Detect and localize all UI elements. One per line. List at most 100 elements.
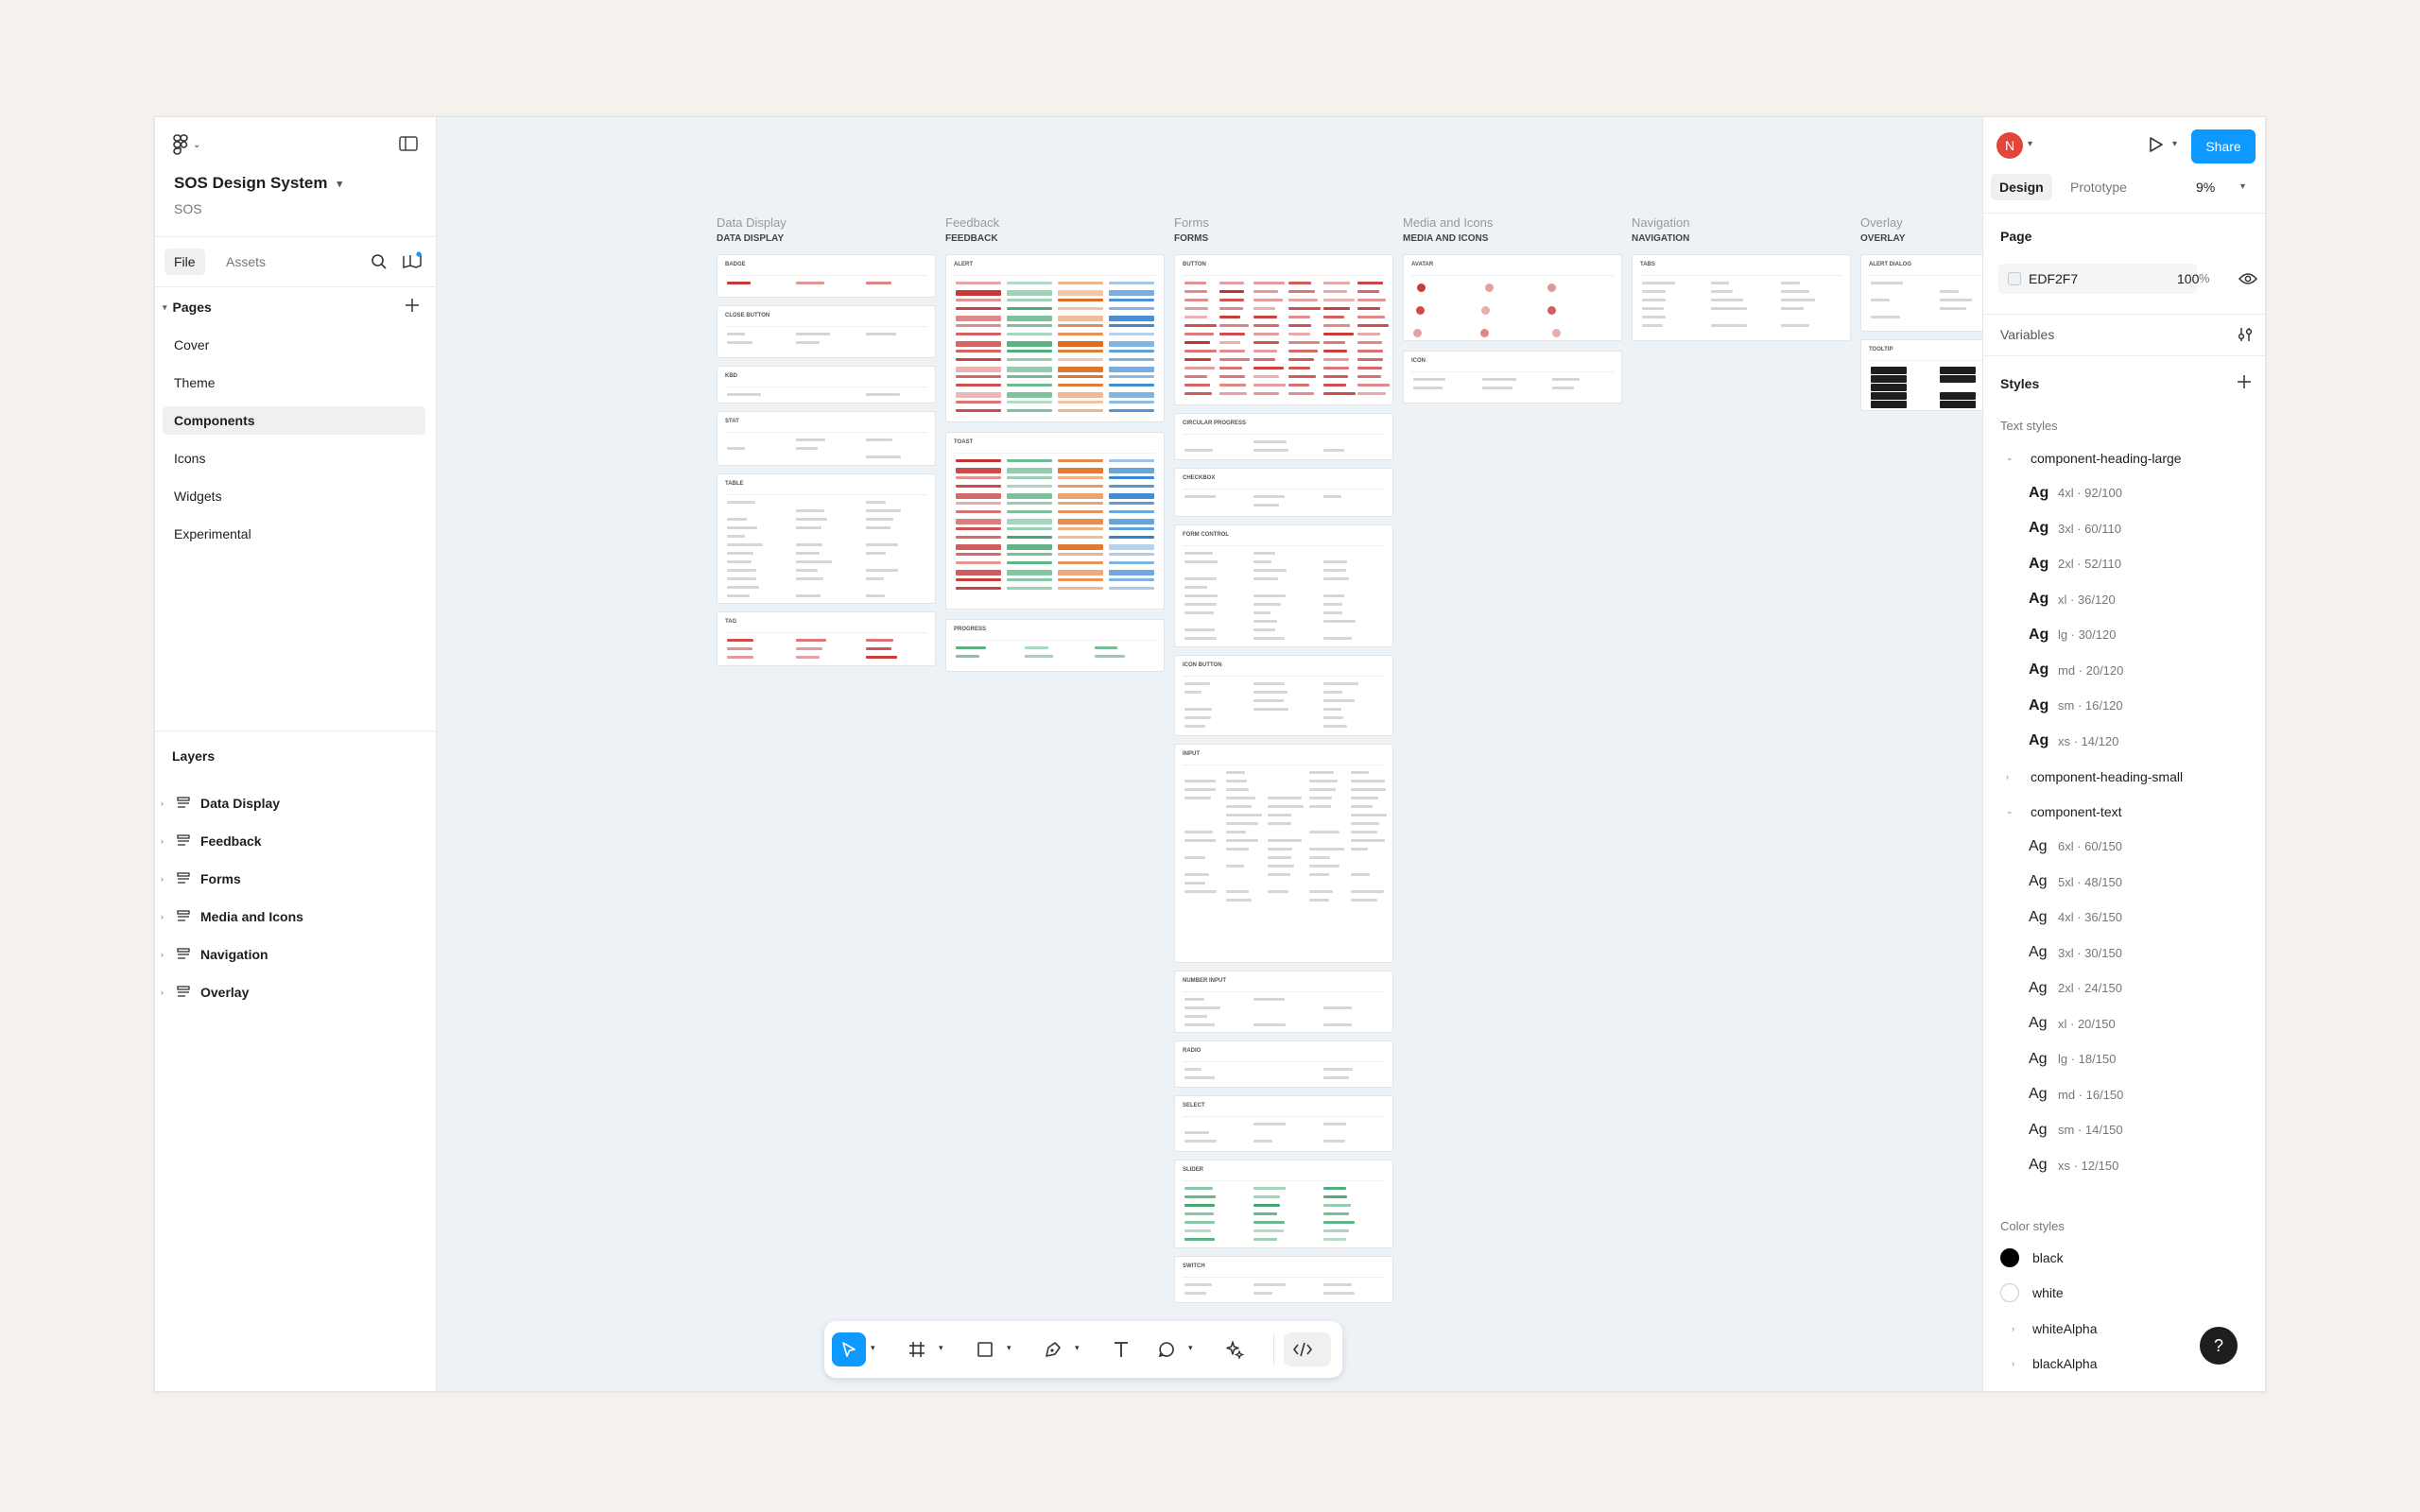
page-opacity-value[interactable]: 100 — [2177, 271, 2199, 286]
chevron-down-icon[interactable]: ▾ — [871, 1343, 875, 1353]
text-style-item[interactable]: Ag 2xl · 24/150 — [1983, 971, 2265, 1006]
text-style-item[interactable]: Ag xl · 36/120 — [1983, 582, 2265, 618]
chevron-down-icon[interactable]: ▾ — [939, 1343, 943, 1353]
text-style-item[interactable]: Ag xs · 12/150 — [1983, 1148, 2265, 1184]
chevron-down-icon[interactable]: ▾ — [1007, 1343, 1011, 1353]
text-style-item[interactable]: Ag 4xl · 92/100 — [1983, 475, 2265, 511]
add-style-button[interactable] — [2237, 374, 2252, 394]
text-style-item[interactable]: Ag xs · 14/120 — [1983, 724, 2265, 760]
component-card-radio[interactable]: RADIO — [1174, 1040, 1393, 1088]
component-card-table[interactable]: TABLE — [717, 473, 936, 604]
component-card-alert[interactable]: ALERT — [945, 254, 1165, 422]
page-item-icons[interactable]: Icons — [163, 444, 425, 472]
component-card-icon[interactable]: ICON — [1403, 351, 1622, 404]
text-style-item[interactable]: Ag md · 16/150 — [1983, 1077, 2265, 1113]
layer-forms[interactable]: › Forms — [155, 860, 436, 898]
component-card-slider[interactable]: SLIDER — [1174, 1160, 1393, 1248]
page-item-widgets[interactable]: Widgets — [163, 482, 425, 510]
canvas[interactable]: Data Display DATA DISPLAY BADGE CLOSE BUTTO… — [437, 117, 2080, 1391]
component-card-select[interactable]: SELECT — [1174, 1095, 1393, 1152]
chevron-right-icon[interactable]: › — [161, 950, 172, 959]
chevron-right-icon[interactable]: › — [2000, 1359, 2019, 1368]
page-item-theme[interactable]: Theme — [163, 369, 425, 397]
pen-tool-button[interactable] — [1036, 1332, 1070, 1366]
component-card-input[interactable]: INPUT — [1174, 744, 1393, 963]
page-item-experimental[interactable]: Experimental — [163, 520, 425, 548]
component-card-number-input[interactable]: NUMBER INPUT — [1174, 971, 1393, 1033]
text-style-item[interactable]: Ag lg · 18/150 — [1983, 1041, 2265, 1077]
chevron-right-icon[interactable]: › — [161, 874, 172, 884]
dev-mode-toggle[interactable] — [1284, 1332, 1331, 1366]
component-card-kbd[interactable]: KBD — [717, 366, 936, 404]
component-card-progress[interactable]: PROGRESS — [945, 619, 1165, 672]
variables-button[interactable] — [2237, 327, 2254, 347]
text-style-item[interactable]: Ag 6xl · 60/150 — [1983, 829, 2265, 865]
page-visibility-button[interactable] — [2238, 272, 2258, 290]
layer-feedback[interactable]: › Feedback — [155, 822, 436, 860]
component-card-tag[interactable]: TAG — [717, 611, 936, 666]
chevron-down-icon[interactable]: ▾ — [2172, 139, 2177, 149]
chevron-right-icon[interactable]: › — [2006, 772, 2031, 782]
help-button[interactable]: ? — [2200, 1327, 2238, 1365]
file-title[interactable]: SOS Design System ▾ — [174, 174, 342, 193]
text-style-item[interactable]: Ag 2xl · 52/110 — [1983, 546, 2265, 582]
text-style-item[interactable]: Ag xl · 20/150 — [1983, 1006, 2265, 1042]
chevron-down-icon[interactable]: ▾ — [1075, 1343, 1080, 1353]
tab-design[interactable]: Design — [1991, 174, 2052, 200]
color-style-white[interactable]: white — [1983, 1276, 2265, 1312]
component-card-close-button[interactable]: CLOSE BUTTON — [717, 305, 936, 358]
panel-toggle-button[interactable] — [399, 136, 418, 156]
color-style-black[interactable]: black — [1983, 1240, 2265, 1276]
text-style-item[interactable]: Ag sm · 16/120 — [1983, 688, 2265, 724]
chevron-down-icon[interactable]: ⌄ — [2006, 806, 2031, 816]
text-style-item[interactable]: Ag sm · 14/150 — [1983, 1112, 2265, 1148]
chevron-down-icon[interactable]: ⌄ — [2006, 453, 2031, 463]
zoom-level[interactable]: 9% — [2196, 180, 2215, 195]
component-card-avatar[interactable]: AVATAR — [1403, 254, 1622, 341]
text-style-item[interactable]: Ag lg · 30/120 — [1983, 617, 2265, 653]
chevron-right-icon[interactable]: › — [161, 836, 172, 846]
component-card-tabs[interactable]: TABS — [1632, 254, 1851, 341]
chevron-right-icon[interactable]: › — [161, 912, 172, 921]
component-card-button[interactable]: BUTTON — [1174, 254, 1393, 405]
text-style-group-component-text[interactable]: ⌄ component-text — [1983, 794, 2265, 829]
page-item-cover[interactable]: Cover — [163, 331, 425, 359]
chevron-down-icon[interactable]: ▾ — [2240, 181, 2245, 192]
component-card-checkbox[interactable]: CHECKBOX — [1174, 468, 1393, 517]
text-style-item[interactable]: Ag md · 20/120 — [1983, 653, 2265, 689]
component-card-stat[interactable]: STAT — [717, 411, 936, 466]
present-button[interactable] — [2145, 134, 2166, 160]
chevron-right-icon[interactable]: › — [161, 799, 172, 808]
page-color-value[interactable]: EDF2F7 — [2029, 271, 2078, 286]
layer-navigation[interactable]: › Navigation — [155, 936, 436, 973]
text-style-group-component-heading-large[interactable]: ⌄ component-heading-large — [1983, 440, 2265, 475]
component-card-circular-progress[interactable]: CIRCULAR PROGRESS — [1174, 413, 1393, 460]
page-color-field[interactable]: EDF2F7 100 % — [1998, 264, 2210, 294]
component-card-toast[interactable]: TOAST — [945, 432, 1165, 610]
comment-tool-button[interactable] — [1150, 1332, 1184, 1366]
tab-file[interactable]: File — [164, 249, 205, 275]
chevron-down-icon[interactable]: ▾ — [1188, 1343, 1193, 1353]
chevron-right-icon[interactable]: › — [2000, 1324, 2019, 1333]
pages-header[interactable]: ▾ Pages — [163, 300, 212, 315]
ai-tool-button[interactable] — [1218, 1332, 1252, 1366]
text-style-item[interactable]: Ag 3xl · 60/110 — [1983, 511, 2265, 547]
layer-data-display[interactable]: › Data Display — [155, 784, 436, 822]
text-style-item[interactable]: Ag 5xl · 48/150 — [1983, 865, 2265, 901]
rectangle-tool-button[interactable] — [968, 1332, 1002, 1366]
tab-assets[interactable]: Assets — [216, 249, 275, 275]
chevron-right-icon[interactable]: › — [161, 988, 172, 997]
page-color-swatch[interactable] — [2008, 272, 2021, 285]
layer-overlay[interactable]: › Overlay — [155, 973, 436, 1011]
frame-tool-button[interactable] — [900, 1332, 934, 1366]
main-menu-button[interactable]: ⌄ — [172, 134, 200, 155]
search-button[interactable] — [371, 253, 388, 275]
component-card-icon-button[interactable]: ICON BUTTON — [1174, 655, 1393, 736]
text-style-group-component-heading-small[interactable]: › component-heading-small — [1983, 759, 2265, 794]
layer-media-and-icons[interactable]: › Media and Icons — [155, 898, 436, 936]
text-style-item[interactable]: Ag 4xl · 36/150 — [1983, 900, 2265, 936]
component-card-form-control[interactable]: FORM CONTROL — [1174, 524, 1393, 647]
tab-prototype[interactable]: Prototype — [2062, 174, 2135, 200]
add-page-button[interactable] — [405, 298, 420, 318]
component-card-switch[interactable]: SWITCH — [1174, 1256, 1393, 1303]
